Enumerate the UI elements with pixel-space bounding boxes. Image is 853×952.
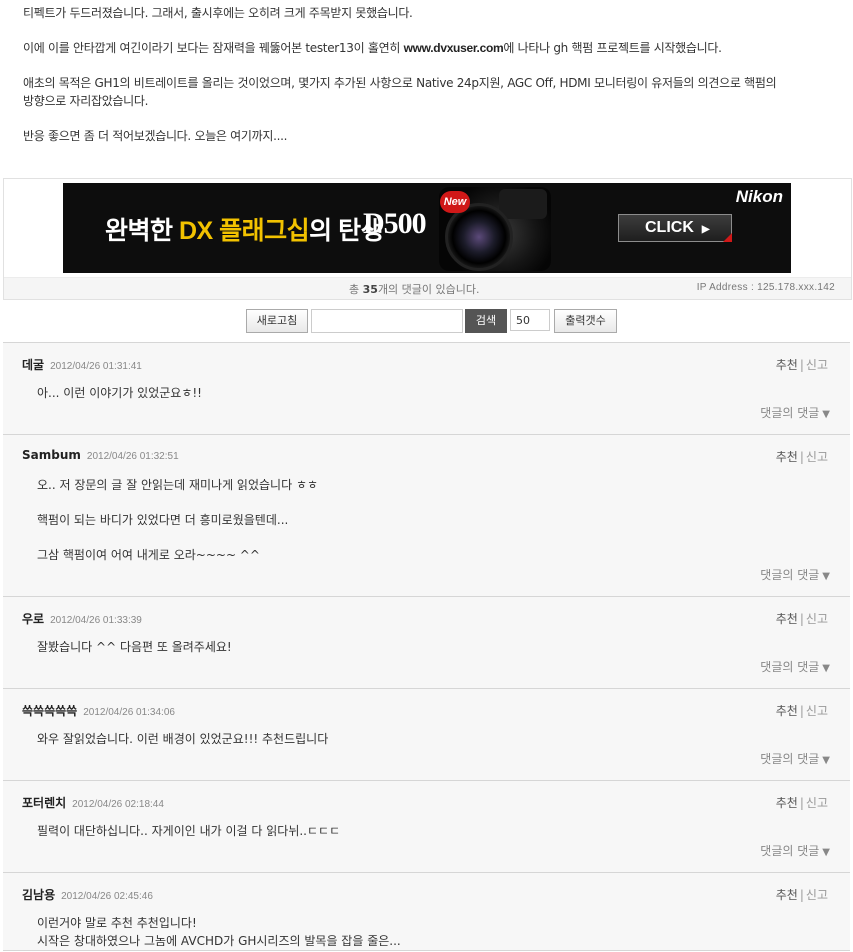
comment-text: 필력이 대단하십니다.. 자게이인 내가 이걸 다 읽다뉘..ㄷㄷㄷ (37, 824, 341, 838)
comment-date: 2012/04/26 01:33:39 (50, 615, 142, 626)
banner-title: 완벽한 DX 플래그십의 탄생 (105, 217, 384, 245)
report-link[interactable]: 신고 (806, 888, 828, 902)
recommend-link[interactable]: 추천 (776, 888, 798, 902)
report-link[interactable]: 신고 (806, 704, 828, 718)
nikon-logo: Nikon (735, 187, 783, 206)
comment-item: 우로 2012/04/26 01:33:39 추천 | 신고 잘봤습니다 ^^ 다음편… (3, 597, 850, 689)
comment-date: 2012/04/26 01:34:06 (83, 707, 175, 718)
comment-author: 김남용 2012/04/26 02:45:46 (22, 888, 153, 902)
camera-lens (445, 203, 513, 271)
reply-toggle[interactable]: 댓글의 댓글 ▼ (3, 402, 850, 434)
report-link[interactable]: 신고 (806, 450, 828, 464)
article-line: 방향으로 자리잡았습니다. (23, 94, 149, 108)
report-link[interactable]: 신고 (806, 358, 828, 372)
comment-author: Sambum 2012/04/26 01:32:51 (22, 448, 179, 462)
comment-date: 2012/04/26 02:45:46 (61, 891, 153, 902)
new-badge: New (440, 191, 470, 213)
comment-actions: 추천 | 신고 (775, 796, 828, 810)
comment-text: 이런거야 말로 추천 추천입니다! (37, 916, 197, 930)
comment-actions: 추천 | 신고 (775, 888, 828, 902)
banner-model: D500 (363, 207, 427, 240)
comment-item: 김남용 2012/04/26 02:45:46 추천 | 신고 이런거야 말로 추천 … (3, 873, 850, 951)
comment-actions: 추천 | 신고 (775, 704, 828, 718)
recommend-link[interactable]: 추천 (776, 704, 798, 718)
comment-text: 그삼 핵펌이여 어여 내게로 오라~~~~ ^^ (37, 548, 260, 562)
article-line: 티펙트가 두드러졌습니다. 그래서, 출시후에는 오히려 크게 주목받지 못했습… (23, 6, 413, 20)
reply-toggle[interactable]: 댓글의 댓글 ▼ (3, 748, 850, 780)
caret-down-icon: ▼ (822, 571, 830, 582)
comment-actions: 추천 | 신고 (775, 358, 828, 372)
comment-count-bar: 총 35개의 댓글이 있습니다. IP Address : 125.178.xx… (4, 277, 851, 299)
reply-toggle[interactable]: 댓글의 댓글 ▼ (3, 656, 850, 688)
refresh-button[interactable]: 새로고침 (246, 309, 308, 333)
play-arrow-icon: ▶ (701, 224, 710, 235)
article-gap (23, 110, 830, 127)
banner-click-button[interactable]: CLICK ▶ (618, 214, 732, 242)
corner-accent (723, 233, 732, 242)
comment-author: 우로 2012/04/26 01:33:39 (22, 612, 142, 626)
article-text: 에 나타나 gh 핵펌 프로젝트를 시작했습니다. (503, 41, 722, 55)
article-body: 티펙트가 두드러졌습니다. 그래서, 출시후에는 오히려 크게 주목받지 못했습… (0, 0, 853, 145)
recommend-link[interactable]: 추천 (776, 612, 798, 626)
article-gap (23, 22, 830, 39)
caret-down-icon: ▼ (822, 663, 830, 674)
comment-list: 데굴 2012/04/26 01:31:41 추천 | 신고 아... 이런 이야기가… (3, 342, 850, 951)
comment-item: 포터렌치 2012/04/26 02:18:44 추천 | 신고 필력이 대단하십니다… (3, 781, 850, 873)
comment-author: 포터렌치 2012/04/26 02:18:44 (22, 796, 164, 810)
caret-down-icon: ▼ (822, 409, 830, 420)
ip-address: IP Address : 125.178.xxx.142 (696, 282, 835, 293)
caret-down-icon: ▼ (822, 847, 830, 858)
comment-text: 시작은 창대하였으나 그놈에 AVCHD가 GH시리즈의 발목을 잡을 줄은..… (37, 934, 401, 948)
comment-author: 데굴 2012/04/26 01:31:41 (22, 358, 142, 372)
comment-text: 핵펌이 되는 바디가 있었다면 더 흥미로웠을텐데... (37, 513, 289, 527)
comment-text: 와우 잘읽었습니다. 이런 배경이 있었군요!!! 추천드립니다 (37, 732, 329, 746)
reply-toggle[interactable]: 댓글의 댓글 ▼ (3, 564, 850, 596)
camera-body (499, 189, 547, 219)
output-count-button[interactable]: 출력갯수 (554, 309, 617, 333)
article-line: 애초의 목적은 GH1의 비트레이트를 올리는 것이었으며, 몇가지 추가된 사… (23, 76, 777, 90)
comment-item: 쓱쓱쓱쓱쓱 2012/04/26 01:34:06 추천 | 신고 와우 잘읽었습니다… (3, 689, 850, 781)
comment-actions: 추천 | 신고 (775, 450, 828, 464)
recommend-link[interactable]: 추천 (776, 796, 798, 810)
recommend-link[interactable]: 추천 (776, 450, 798, 464)
comment-item: Sambum 2012/04/26 01:32:51 추천 | 신고 오.. 저 장문… (3, 435, 850, 597)
reply-toggle[interactable]: 댓글의 댓글 ▼ (3, 840, 850, 872)
caret-down-icon: ▼ (822, 755, 830, 766)
output-count-input[interactable]: 50 (510, 309, 550, 331)
nikon-ad-banner[interactable]: 완벽한 DX 플래그십의 탄생 D500 New Nikon CLICK ▶ (63, 183, 791, 273)
click-label: CLICK (645, 219, 694, 236)
search-button[interactable]: 검색 (465, 309, 507, 333)
comment-text: 잘봤습니다 ^^ 다음편 또 올려주세요! (37, 640, 232, 654)
comment-count: 총 35개의 댓글이 있습니다. (349, 283, 480, 296)
comment-date: 2012/04/26 02:18:44 (72, 799, 164, 810)
search-input[interactable] (311, 309, 463, 333)
comment-item: 데굴 2012/04/26 01:31:41 추천 | 신고 아... 이런 이야기가… (3, 343, 850, 435)
comment-date: 2012/04/26 01:32:51 (86, 451, 179, 462)
recommend-link[interactable]: 추천 (776, 358, 798, 372)
article-text: 이에 이를 안타깝게 여긴이라기 보다는 잠재력을 꿰뚫어본 tester13이… (23, 41, 404, 55)
dvxuser-link[interactable]: www.dvxuser.com (404, 41, 504, 55)
report-link[interactable]: 신고 (806, 796, 828, 810)
banner-box: 완벽한 DX 플래그십의 탄생 D500 New Nikon CLICK ▶ 총 … (3, 178, 852, 300)
article-line: 반응 좋으면 좀 더 적어보겠습니다. 오늘은 여기까지.... (23, 129, 288, 143)
article-line: 이에 이를 안타깝게 여긴이라기 보다는 잠재력을 꿰뚫어본 tester13이… (23, 39, 830, 57)
comment-date: 2012/04/26 01:31:41 (50, 361, 142, 372)
comment-actions: 추천 | 신고 (775, 612, 828, 626)
comment-text: 아... 이런 이야기가 있었군요ㅎ!! (37, 386, 202, 400)
comment-author: 쓱쓱쓱쓱쓱 2012/04/26 01:34:06 (22, 704, 175, 718)
report-link[interactable]: 신고 (806, 612, 828, 626)
article-gap (23, 57, 830, 74)
comment-text: 오.. 저 장문의 글 잘 안읽는데 재미나게 읽었습니다 ㅎㅎ (37, 478, 319, 492)
